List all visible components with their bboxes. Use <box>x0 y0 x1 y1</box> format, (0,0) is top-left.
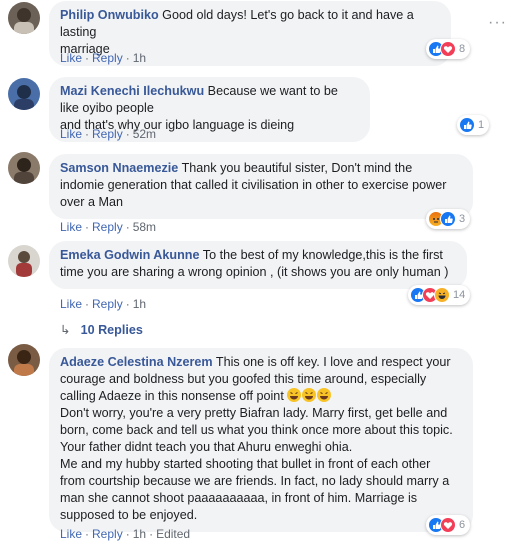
avatar[interactable] <box>8 152 40 184</box>
comment-author[interactable]: Philip Onwubiko <box>60 8 159 22</box>
comment-text: Thank you beautiful sister, Don't mind t… <box>181 161 413 175</box>
reply-link[interactable]: Reply <box>92 220 123 234</box>
reaction-summary[interactable]: 6 <box>426 515 471 535</box>
rolling-laughing-emoji-icon <box>317 388 332 402</box>
comment-text: man she cannot shoot paaaaaaaaaa, in fro… <box>60 491 418 505</box>
replies-label: 10 Replies <box>80 323 143 337</box>
comment-author[interactable]: Samson Nnaemezie <box>60 161 178 175</box>
avatar[interactable] <box>8 344 40 376</box>
reaction-count: 3 <box>459 213 466 225</box>
comment-actions: Like · Reply · 58m <box>60 220 157 234</box>
comment-text: over a Man <box>60 195 123 209</box>
reaction-summary[interactable]: 3 <box>426 209 471 229</box>
reaction-count: 1 <box>478 119 485 131</box>
comment-time[interactable]: 1h <box>133 297 146 311</box>
love-icon <box>440 41 456 57</box>
view-replies-link[interactable]: ↳ 10 Replies <box>60 322 143 337</box>
reply-link[interactable]: Reply <box>92 51 123 65</box>
comment-text: indomie generation that called it civili… <box>60 178 447 192</box>
comment-text: from courtship because we are friends. I… <box>60 474 450 488</box>
avatar-photo-icon <box>8 152 40 184</box>
like-link[interactable]: Like <box>60 51 82 65</box>
reply-arrow-icon: ↳ <box>60 323 71 337</box>
comment-text: calling Adaeze in this nonsense off poin… <box>60 389 284 403</box>
reaction-count: 6 <box>459 519 466 531</box>
avatar[interactable] <box>8 245 40 277</box>
love-icon <box>440 517 456 533</box>
comment-text: born, come back and tell us what you thi… <box>60 423 453 437</box>
reaction-count: 8 <box>459 43 466 55</box>
comment-text: courage and boldness but you goofed this… <box>60 372 427 386</box>
comment-time[interactable]: 58m <box>133 220 156 234</box>
reply-link[interactable]: Reply <box>92 297 123 311</box>
comment-text: This one is off key. I love and respect … <box>215 355 451 369</box>
avatar-photo-icon <box>8 344 40 376</box>
comment-actions: Like · Reply · 1h · Edited <box>60 527 191 541</box>
like-icon <box>459 117 475 133</box>
reply-link[interactable]: Reply <box>92 527 123 541</box>
avatar-photo-icon <box>8 2 40 34</box>
comment-bubble: Adaeze Celestina Nzerem This one is off … <box>49 348 473 532</box>
like-icon <box>440 211 456 227</box>
comment-author[interactable]: Adaeze Celestina Nzerem <box>60 355 213 369</box>
reaction-summary[interactable]: 14 <box>408 285 471 305</box>
comment-time[interactable]: 52m <box>133 127 156 141</box>
like-link[interactable]: Like <box>60 220 82 234</box>
avatar-photo-icon <box>8 78 40 110</box>
comment-actions: Like · Reply · 52m <box>60 127 157 141</box>
like-link[interactable]: Like <box>60 127 82 141</box>
comment-text: Me and my hubby started shooting that bu… <box>60 457 431 471</box>
more-options-icon[interactable]: ··· <box>488 14 507 32</box>
comment-bubble: Samson Nnaemezie Thank you beautiful sis… <box>49 154 473 219</box>
like-link[interactable]: Like <box>60 527 82 541</box>
rolling-laughing-emoji-icon <box>287 388 302 402</box>
reaction-summary[interactable]: 8 <box>426 39 471 59</box>
reaction-count: 14 <box>453 289 466 301</box>
comment-actions: Like · Reply · 1h <box>60 51 147 65</box>
avatar[interactable] <box>8 2 40 34</box>
reply-link[interactable]: Reply <box>92 127 123 141</box>
comment-author[interactable]: Emeka Godwin Akunne <box>60 248 200 262</box>
comment-text: Your father didnt teach you that Ahuru e… <box>60 440 353 454</box>
reaction-summary[interactable]: 1 <box>457 115 490 135</box>
comment-actions: Like · Reply · 1h <box>60 297 147 311</box>
haha-icon <box>434 287 450 303</box>
rolling-laughing-emoji-icon <box>302 388 317 402</box>
comment-text: To the best of my knowledge,this is the … <box>202 248 443 262</box>
like-link[interactable]: Like <box>60 297 82 311</box>
comment-author[interactable]: Mazi Kenechi Ilechukwu <box>60 84 204 98</box>
comment-bubble: Emeka Godwin Akunne To the best of my kn… <box>49 241 467 289</box>
comment-text: time you are sharing a wrong opinion , (… <box>60 265 449 279</box>
comment-text: Don't worry, you're a very pretty Biafra… <box>60 406 448 420</box>
avatar[interactable] <box>8 78 40 110</box>
edited-label[interactable]: Edited <box>156 527 190 541</box>
comment-time[interactable]: 1h <box>133 51 146 65</box>
comment-text: supposed to be enjoyed. <box>60 508 198 522</box>
comment-time[interactable]: 1h <box>133 527 146 541</box>
avatar-photo-icon <box>8 245 40 277</box>
